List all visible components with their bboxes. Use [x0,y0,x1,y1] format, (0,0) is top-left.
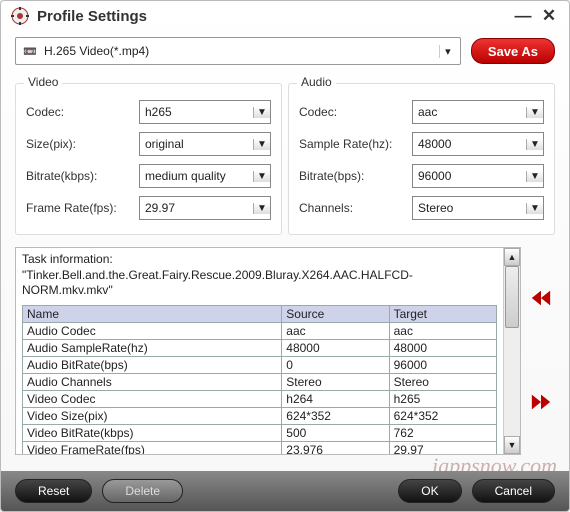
col-target: Target [389,305,496,322]
format-icon: 📼 [20,45,40,58]
chevron-down-icon[interactable]: ▼ [253,139,270,150]
table-cell: h264 [282,390,389,407]
table-row: Video BitRate(kbps)500762 [23,424,497,441]
table-cell: Audio SampleRate(hz) [23,339,282,356]
comparison-table: Name Source Target Audio CodecaacaacAudi… [22,305,497,454]
table-cell: Stereo [389,373,496,390]
forward-button[interactable] [530,392,552,415]
table-row: Audio BitRate(bps)096000 [23,356,497,373]
video-codec-label: Codec: [26,105,139,119]
chevron-down-icon[interactable]: ▼ [526,203,543,214]
audio-bitrate-label: Bitrate(bps): [299,169,412,183]
table-cell: Stereo [282,373,389,390]
video-codec-select[interactable]: h265▼ [139,100,271,124]
chevron-down-icon[interactable]: ▼ [253,171,270,182]
video-section: Video Codec:h265▼ Size(pix):original▼ Bi… [15,83,282,235]
table-cell: 23.976 [282,441,389,454]
minimize-button[interactable]: — [513,6,533,26]
table-cell: Video Codec [23,390,282,407]
table-cell: Audio Codec [23,322,282,339]
profile-select-arrow[interactable]: ▾ [439,45,456,58]
video-bitrate-select[interactable]: medium quality▼ [139,164,271,188]
ok-button[interactable]: OK [398,479,461,503]
chevron-down-icon[interactable]: ▼ [526,107,543,118]
video-framerate-select[interactable]: 29.97▼ [139,196,271,220]
col-name: Name [23,305,282,322]
table-cell: 624*352 [389,407,496,424]
chevron-down-icon[interactable]: ▼ [526,139,543,150]
table-cell: Video BitRate(kbps) [23,424,282,441]
table-row: Video Codech264h265 [23,390,497,407]
task-info-filename: Tinker.Bell.and.the.Great.Fairy.Rescue.2… [22,268,413,298]
table-cell: aac [282,322,389,339]
profile-select-label: H.265 Video(*.mp4) [40,44,439,58]
col-source: Source [282,305,389,322]
window-title: Profile Settings [37,8,147,25]
table-cell: h265 [389,390,496,407]
table-cell: Audio Channels [23,373,282,390]
audio-channels-label: Channels: [299,201,412,215]
reset-button[interactable]: Reset [15,479,92,503]
table-cell: 762 [389,424,496,441]
table-row: Video FrameRate(fps)23.97629.97 [23,441,497,454]
audio-samplerate-select[interactable]: 48000▼ [412,132,544,156]
video-size-select[interactable]: original▼ [139,132,271,156]
video-framerate-label: Frame Rate(fps): [26,201,139,215]
audio-bitrate-select[interactable]: 96000▼ [412,164,544,188]
scroll-up-button[interactable]: ▲ [504,248,520,266]
table-cell: 48000 [282,339,389,356]
audio-samplerate-label: Sample Rate(hz): [299,137,412,151]
task-info-label: Task information: [22,252,113,266]
table-cell: 500 [282,424,389,441]
table-cell: 624*352 [282,407,389,424]
video-section-title: Video [24,75,62,89]
table-row: Video Size(pix)624*352624*352 [23,407,497,424]
rewind-button[interactable] [530,288,552,311]
task-info-box: Task information: "Tinker.Bell.and.the.G… [15,247,521,455]
table-cell: Video Size(pix) [23,407,282,424]
cancel-button[interactable]: Cancel [472,479,555,503]
table-cell: 96000 [389,356,496,373]
video-bitrate-label: Bitrate(kbps): [26,169,139,183]
table-cell: aac [389,322,496,339]
save-as-button[interactable]: Save As [471,38,555,64]
scroll-thumb[interactable] [505,266,519,328]
table-cell: 48000 [389,339,496,356]
chevron-down-icon[interactable]: ▼ [253,203,270,214]
close-button[interactable]: ✕ [539,6,559,26]
table-cell: 29.97 [389,441,496,454]
audio-channels-select[interactable]: Stereo▼ [412,196,544,220]
audio-codec-select[interactable]: aac▼ [412,100,544,124]
table-cell: Video FrameRate(fps) [23,441,282,454]
chevron-down-icon[interactable]: ▼ [526,171,543,182]
table-row: Audio ChannelsStereoStereo [23,373,497,390]
audio-codec-label: Codec: [299,105,412,119]
video-size-label: Size(pix): [26,137,139,151]
delete-button[interactable]: Delete [102,479,183,503]
scroll-down-button[interactable]: ▼ [504,436,520,454]
profile-select[interactable]: 📼 H.265 Video(*.mp4) ▾ [15,37,461,65]
vertical-scrollbar[interactable]: ▲ ▼ [503,248,520,454]
audio-section: Audio Codec:aac▼ Sample Rate(hz):48000▼ … [288,83,555,235]
chevron-down-icon[interactable]: ▼ [253,107,270,118]
table-row: Audio SampleRate(hz)4800048000 [23,339,497,356]
app-icon [11,7,29,25]
table-row: Audio Codecaacaac [23,322,497,339]
table-cell: Audio BitRate(bps) [23,356,282,373]
audio-section-title: Audio [297,75,336,89]
table-cell: 0 [282,356,389,373]
